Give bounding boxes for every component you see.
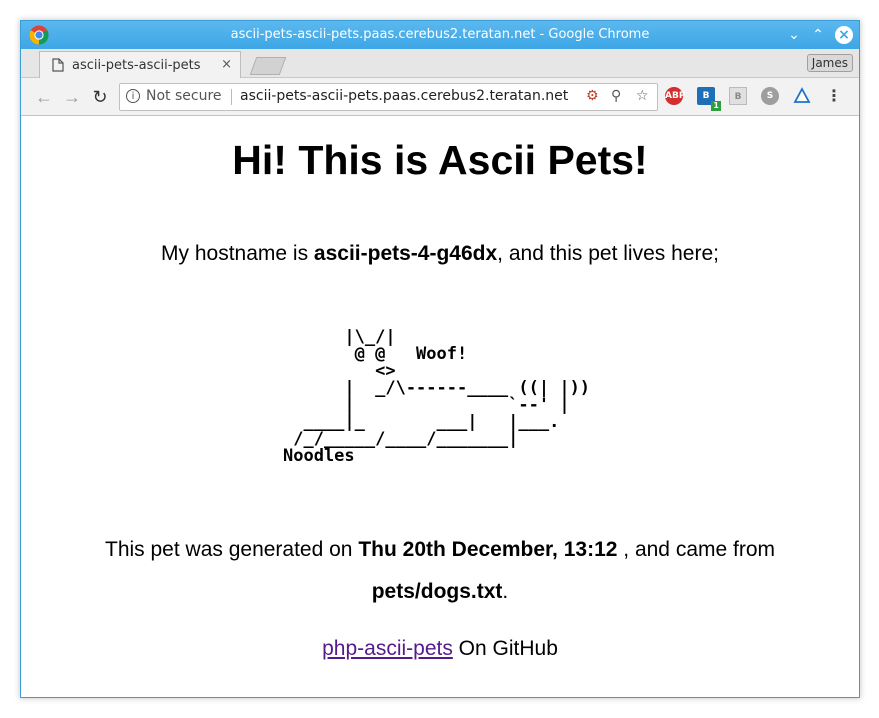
close-window-icon[interactable]: ×	[835, 26, 853, 44]
generation-info: This pet was generated on Thu 20th Decem…	[81, 529, 799, 613]
toolbar: ← → ↻ i Not secure ascii-pets-ascii-pets…	[21, 78, 859, 116]
url-text[interactable]: ascii-pets-ascii-pets.paas.cerebus2.tera…	[240, 88, 568, 104]
bookmark-star-icon[interactable]: ☆	[636, 88, 649, 104]
security-label[interactable]: Not secure	[146, 88, 222, 104]
generated-middle: , and came from	[617, 538, 775, 561]
window-title: ascii-pets-ascii-pets.paas.cerebus2.tera…	[230, 27, 650, 42]
hostname-line: My hostname is ascii-pets-4-g46dx, and t…	[21, 242, 859, 266]
new-tab-button[interactable]	[249, 57, 287, 75]
extension-triangle-icon[interactable]	[793, 87, 811, 105]
maximize-icon[interactable]: ⌃	[809, 26, 827, 44]
address-bar[interactable]: i Not secure ascii-pets-ascii-pets.paas.…	[119, 83, 658, 111]
hostname-value: ascii-pets-4-g46dx	[313, 242, 498, 265]
back-arrow-icon[interactable]: ←	[33, 86, 55, 108]
omnibox-divider	[231, 89, 232, 105]
tab-label: ascii-pets-ascii-pets	[72, 58, 201, 73]
tab-ascii-pets[interactable]: ascii-pets-ascii-pets ×	[39, 51, 241, 79]
document-icon	[52, 58, 64, 72]
ascii-pet-art: |\_/| @ @ Woof! <> | _/\------____ ((| |…	[283, 327, 591, 466]
extension-badge: 1	[711, 101, 721, 111]
adblock-plus-icon[interactable]: ABP	[665, 87, 685, 105]
menu-kebab-icon[interactable]: ⋮	[825, 87, 843, 105]
zoom-icon[interactable]: ⚲	[611, 88, 621, 104]
extension-blocked-icon[interactable]: B	[729, 87, 747, 105]
page-title: Hi! This is Ascii Pets!	[232, 137, 648, 183]
cookie-blocked-icon[interactable]: ⚙	[586, 88, 599, 104]
tab-close-icon[interactable]: ×	[221, 57, 232, 72]
extension-b-icon[interactable]: B 1	[697, 87, 721, 111]
minimize-icon[interactable]: ⌄	[785, 26, 803, 44]
page-content: Hi! This is Ascii Pets! My hostname is a…	[21, 115, 859, 697]
extension-s-icon[interactable]: S	[761, 87, 779, 105]
github-line: php-ascii-pets On GitHub	[21, 637, 859, 661]
forward-arrow-icon[interactable]: →	[61, 86, 83, 108]
generated-prefix: This pet was generated on	[105, 538, 359, 561]
info-icon[interactable]: i	[126, 89, 140, 103]
source-suffix: .	[502, 580, 509, 603]
tab-strip: ascii-pets-ascii-pets × James	[21, 49, 859, 79]
source-file: pets/dogs.txt	[371, 580, 503, 603]
hostname-suffix: , and this pet lives here;	[497, 242, 719, 265]
browser-window: ascii-pets-ascii-pets.paas.cerebus2.tera…	[20, 20, 860, 698]
profile-button[interactable]: James	[806, 54, 853, 72]
php-ascii-pets-link[interactable]: php-ascii-pets	[322, 637, 453, 660]
generated-date: Thu 20th December, 13:12	[358, 538, 618, 561]
title-bar: ascii-pets-ascii-pets.paas.cerebus2.tera…	[21, 21, 859, 49]
github-suffix: On GitHub	[452, 637, 558, 660]
reload-icon[interactable]: ↻	[89, 86, 111, 108]
hostname-prefix: My hostname is	[161, 242, 314, 265]
